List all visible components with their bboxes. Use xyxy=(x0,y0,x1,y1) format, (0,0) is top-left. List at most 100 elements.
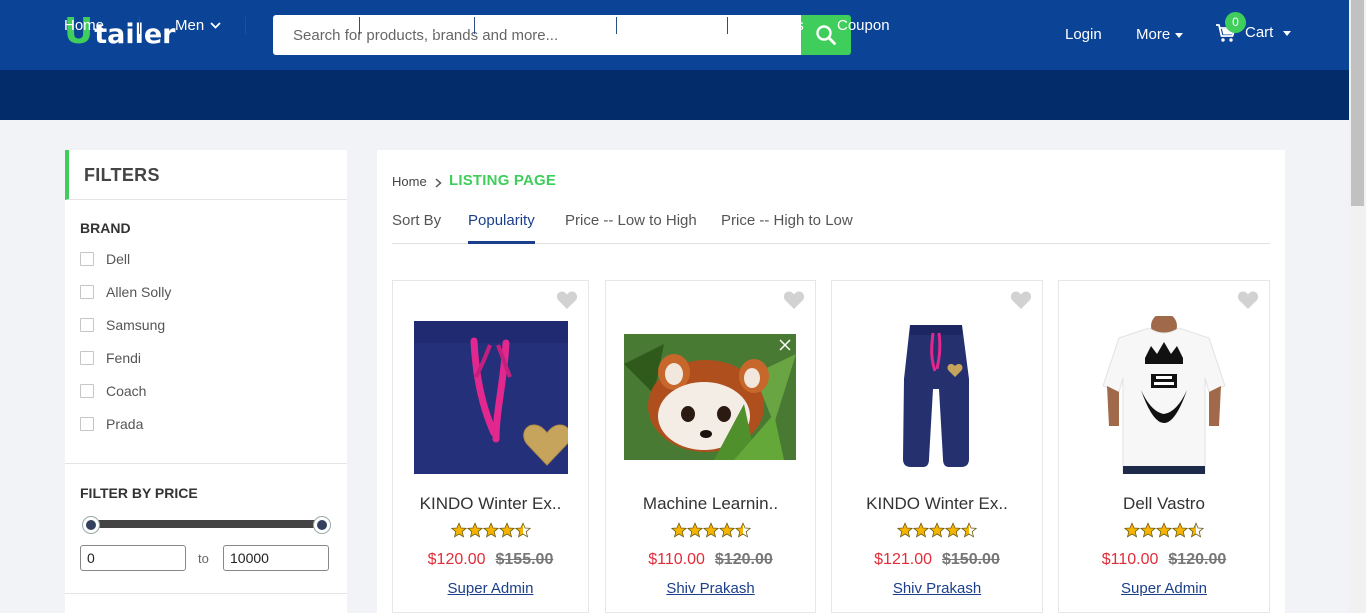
nav-label: Books xyxy=(762,17,804,34)
product-title[interactable]: KINDO Winter Ex.. xyxy=(393,494,588,514)
nav-label: Men xyxy=(175,17,205,34)
login-link[interactable]: Login xyxy=(1065,26,1102,44)
product-prices: $120.00 $155.00 xyxy=(393,551,588,569)
slider-min-handle[interactable] xyxy=(82,516,100,534)
seller-link[interactable]: Shiv Prakash xyxy=(606,580,815,597)
product-card[interactable]: KINDO Winter Ex.. $120.00 $155.00 Super A… xyxy=(392,280,589,613)
nav-divider xyxy=(139,17,140,34)
product-card[interactable]: KINDO Winter Ex.. $121.00 $150.00 Shiv Pr… xyxy=(831,280,1043,613)
product-title[interactable]: Machine Learnin.. xyxy=(606,494,815,514)
brand-option-dell[interactable]: Dell xyxy=(80,251,130,267)
brand-label: Fendi xyxy=(106,350,142,366)
nav-item-sports[interactable]: Sports xyxy=(650,17,710,34)
current-price: $121.00 xyxy=(874,551,932,568)
wishlist-heart-icon[interactable] xyxy=(556,290,578,310)
wishlist-heart-icon[interactable] xyxy=(1010,290,1032,310)
more-menu[interactable]: More xyxy=(1136,26,1184,44)
product-image-navy-pants-closeup[interactable] xyxy=(414,321,568,474)
star-icon xyxy=(1156,522,1172,538)
product-title[interactable]: Dell Vastro xyxy=(1059,494,1269,514)
nav-item-books[interactable]: Books xyxy=(762,17,804,34)
brand-option-coach[interactable]: Coach xyxy=(80,383,146,399)
cart-count-badge: 0 xyxy=(1225,12,1246,33)
min-price-input[interactable]: 0 xyxy=(80,545,186,571)
current-price: $120.00 xyxy=(427,551,486,568)
filters-header: FILTERS xyxy=(65,150,347,200)
seller-link[interactable]: Shiv Prakash xyxy=(832,580,1042,597)
checkbox[interactable] xyxy=(80,285,94,299)
brand-label: Coach xyxy=(106,383,147,399)
price-range-slider[interactable] xyxy=(89,520,323,528)
nav-divider xyxy=(616,17,617,34)
nav-label: Beauty xyxy=(394,17,441,34)
nav-item-men[interactable]: Men xyxy=(175,17,221,34)
listing-panel: Home LISTING PAGE Sort By Popularity Pri… xyxy=(377,150,1285,613)
rating-stars xyxy=(1059,521,1269,539)
sort-by-label: Sort By xyxy=(392,212,442,229)
product-image-king-tshirt[interactable] xyxy=(1101,316,1227,478)
original-price: $155.00 xyxy=(495,551,554,568)
nav-label: Home xyxy=(64,17,105,34)
brand-option-prada[interactable]: Prada xyxy=(80,416,143,432)
product-card[interactable]: Machine Learnin.. $110.00 $120.00 Shiv Pr… xyxy=(605,280,816,613)
sort-price-high-low[interactable]: Price -- High to Low xyxy=(721,212,853,244)
chevron-right-icon xyxy=(435,178,442,188)
wishlist-heart-icon[interactable] xyxy=(1237,290,1259,310)
nav-divider xyxy=(474,17,475,34)
sort-bar: Sort By Popularity Price -- Low to High … xyxy=(392,212,1270,244)
checkbox[interactable] xyxy=(80,252,94,266)
checkbox[interactable] xyxy=(80,384,94,398)
nav-label: Women xyxy=(273,17,325,34)
nav-divider xyxy=(727,17,728,34)
star-icon xyxy=(702,522,719,538)
filters-panel: FILTERS BRAND Dell Allen Solly Samsung F… xyxy=(65,150,347,613)
product-image-red-panda[interactable] xyxy=(624,334,796,460)
original-price: $120.00 xyxy=(714,551,773,568)
brand-option-allen-solly[interactable]: Allen Solly xyxy=(80,284,171,300)
checkbox[interactable] xyxy=(80,318,94,332)
nav-item-women[interactable]: Women xyxy=(273,17,342,34)
section-divider xyxy=(65,593,347,594)
checkbox[interactable] xyxy=(80,351,94,365)
caret-down-icon xyxy=(1175,32,1184,38)
star-icon xyxy=(514,522,531,538)
brand-filter-title: BRAND xyxy=(80,220,131,236)
star-icon xyxy=(718,522,735,538)
max-price-input[interactable]: 10000 xyxy=(223,545,329,571)
sort-price-low-high[interactable]: Price -- Low to High xyxy=(565,212,697,244)
brand-option-fendi[interactable]: Fendi xyxy=(80,350,141,366)
nav-item-home[interactable]: Home xyxy=(64,17,104,34)
star-icon xyxy=(686,522,703,538)
chevron-down-icon xyxy=(210,22,221,29)
caret-down-icon xyxy=(1283,30,1292,36)
star-icon xyxy=(1124,522,1140,538)
checkbox[interactable] xyxy=(80,417,94,431)
slider-max-handle[interactable] xyxy=(313,516,331,534)
product-image-navy-track-pants[interactable] xyxy=(857,319,1015,477)
chevron-down-icon xyxy=(330,22,342,29)
wishlist-heart-icon[interactable] xyxy=(783,290,805,310)
star-icon xyxy=(961,522,977,538)
product-card[interactable]: Dell Vastro $110.00 $120.00 Super Admin xyxy=(1058,280,1270,613)
seller-link[interactable]: Super Admin xyxy=(393,580,588,597)
star-icon xyxy=(498,522,515,538)
product-prices: $121.00 $150.00 xyxy=(832,551,1042,569)
nav-label: Sports xyxy=(650,17,694,34)
nav-item-beauty[interactable]: Beauty xyxy=(394,17,441,34)
sort-popularity[interactable]: Popularity xyxy=(468,212,535,244)
original-price: $120.00 xyxy=(1168,551,1227,568)
star-icon xyxy=(913,522,929,538)
star-icon xyxy=(466,522,483,538)
scrollbar-thumb[interactable] xyxy=(1351,0,1364,206)
product-title[interactable]: KINDO Winter Ex.. xyxy=(832,494,1042,514)
brand-label: Dell xyxy=(106,251,131,267)
breadcrumb-home[interactable]: Home xyxy=(392,174,427,189)
seller-link[interactable]: Super Admin xyxy=(1059,580,1269,597)
star-icon xyxy=(897,522,913,538)
category-nav xyxy=(0,70,1349,120)
brand-option-samsung[interactable]: Samsung xyxy=(80,317,165,333)
nav-item-electronics[interactable]: Electronics xyxy=(510,17,600,34)
nav-item-coupon[interactable]: Coupon xyxy=(837,17,890,34)
product-prices: $110.00 $120.00 xyxy=(1059,551,1269,569)
price-to-label: to xyxy=(198,551,209,566)
